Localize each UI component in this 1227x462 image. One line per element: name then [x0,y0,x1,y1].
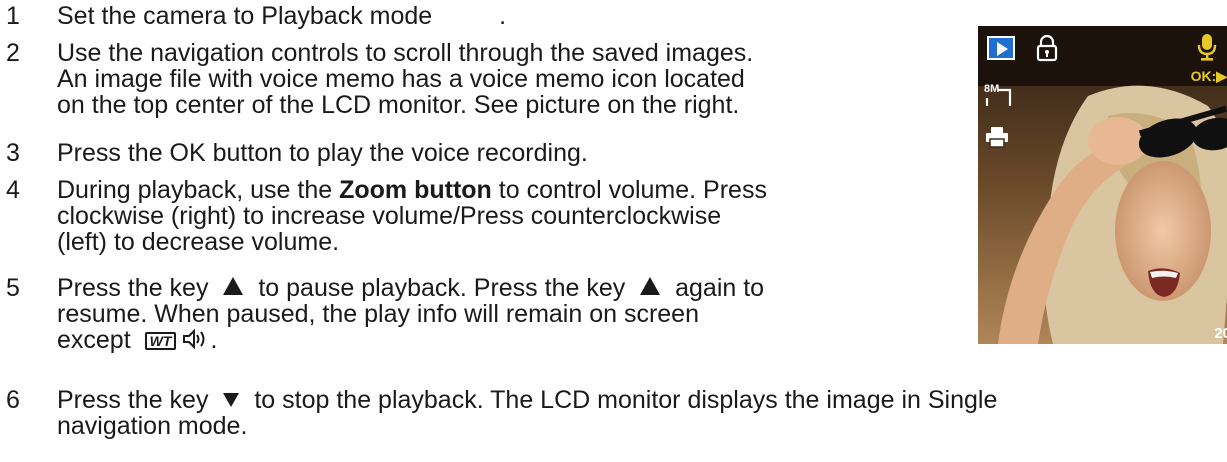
step-number: 1 [6,2,20,30]
step-text: Press the OK button to play the voice re… [57,139,588,167]
step-text: Press the key to stop the playback. The … [57,386,998,440]
lock-icon [1036,34,1058,67]
date-stamp: 20 [1214,325,1227,342]
step-number: 6 [6,386,20,414]
zoom-button-label: Zoom button [339,176,492,204]
step-text: Use the navigation controls to scroll th… [57,39,754,119]
voice-memo-icon [1196,32,1218,67]
step-text: During playback, use the Zoom button to … [57,176,767,256]
up-arrow-key-icon [223,277,244,296]
lcd-preview-image: OK:▶ 8M 20 [978,26,1227,344]
resolution-8m-icon: 8M [984,84,1014,108]
step-text: Press the key to pause playback. Press t… [57,274,765,355]
up-arrow-key-icon [640,277,661,296]
wt-zoom-icon: WT [144,331,177,350]
step-number: 5 [6,274,20,302]
speaker-icon [182,328,208,354]
ok-play-hint: OK:▶ [1190,68,1227,84]
step-number: 4 [6,176,20,204]
step-number: 2 [6,39,20,67]
down-arrow-key-icon [223,393,240,408]
step-text: Set the camera to Playback mode . [57,2,507,30]
step-number: 3 [6,139,20,167]
playback-mode-icon [987,36,1015,60]
print-icon [985,126,1009,153]
